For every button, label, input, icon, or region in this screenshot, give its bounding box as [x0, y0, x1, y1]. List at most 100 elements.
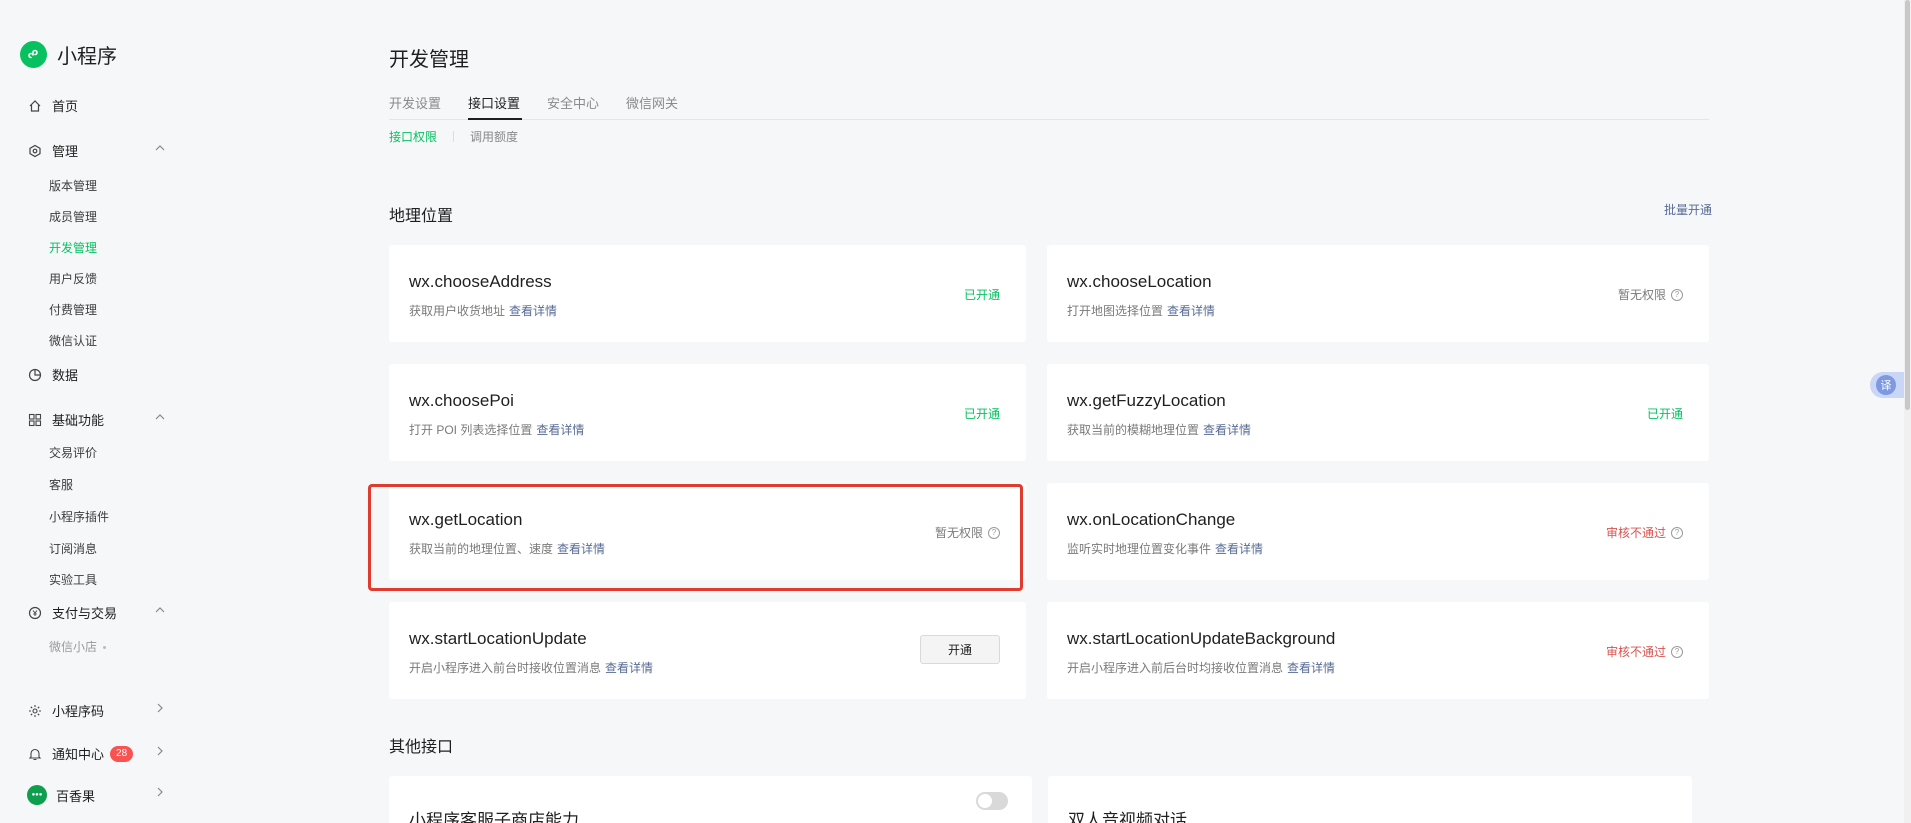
section-title-other: 其他接口 [389, 739, 454, 756]
translate-icon: 译 [1876, 375, 1896, 395]
sidebar-item-label: 支付与交易 [52, 606, 118, 621]
api-card: wx.startLocationUpdateBackground 开启小程序进入… [1047, 602, 1709, 699]
tab-security[interactable]: 安全中心 [547, 93, 599, 112]
api-desc-text: 开启小程序进入前后台时均接收位置消息 [1067, 661, 1284, 675]
divider [453, 131, 455, 142]
sidebar-item-version[interactable]: 版本管理 [49, 177, 97, 194]
api-name: wx.chooseLocation [1067, 272, 1212, 291]
sidebar-item-customer-service[interactable]: 客服 [49, 476, 73, 493]
sidebar-item-home[interactable]: 首页 [27, 96, 167, 115]
api-desc-text: 获取当前的地理位置、速度 [409, 542, 554, 556]
status-text: 审核不通过 [1605, 645, 1666, 659]
api-desc-text: 获取用户收货地址 [409, 304, 506, 318]
api-card: wx.chooseLocation 打开地图选择位置 查看详情 暂无权限? [1047, 245, 1709, 342]
status-badge: 审核不通过? [1606, 643, 1683, 660]
chevron-right-icon [157, 703, 163, 713]
brand[interactable]: 小程序 [20, 40, 117, 69]
sidebar-item-label: 数据 [52, 368, 79, 383]
api-name: wx.startLocationUpdate [409, 629, 587, 648]
sidebar-item-label: 管理 [52, 144, 79, 159]
sidebar-item-dev-manage[interactable]: 开发管理 [49, 239, 97, 256]
sidebar-item-subscribe[interactable]: 订阅消息 [49, 540, 97, 557]
api-desc: 打开地图选择位置 查看详情 [1067, 302, 1215, 319]
api-desc: 开启小程序进入前后台时均接收位置消息 查看详情 [1067, 659, 1335, 676]
sidebar-item-data[interactable]: 数据 [27, 365, 167, 384]
miniprogram-logo-icon [20, 41, 47, 68]
api-card: 双人音视频对话 [1048, 776, 1692, 823]
sidebar-item-wechat-shop[interactable]: 微信小店 [49, 638, 107, 655]
sidebar-item-lab[interactable]: 实验工具 [49, 571, 97, 588]
pie-chart-icon [27, 367, 43, 383]
subtab-quota[interactable]: 调用额度 [470, 128, 518, 145]
avatar: ●●● [27, 785, 47, 805]
view-detail-link[interactable]: 查看详情 [1203, 423, 1251, 437]
sidebar-item-qrcode[interactable]: 小程序码 [27, 701, 167, 720]
scrollbar-thumb[interactable] [1905, 0, 1910, 410]
status-badge: 已开通 [964, 286, 1000, 303]
translate-button[interactable]: 译 [1870, 372, 1908, 398]
tab-dev-settings[interactable]: 开发设置 [389, 93, 441, 112]
sidebar-item-label: 基础功能 [52, 413, 105, 428]
subtab-api-permission[interactable]: 接口权限 [389, 128, 437, 145]
sidebar-item-members[interactable]: 成员管理 [49, 208, 97, 225]
subtab-bar: 接口权限 调用额度 [389, 128, 518, 145]
sidebar-item-wechat-verify[interactable]: 微信认证 [49, 332, 97, 349]
api-card: wx.getLocation 获取当前的地理位置、速度 查看详情 暂无权限? [389, 483, 1026, 580]
chevron-right-icon [157, 787, 163, 797]
chevron-right-icon [157, 746, 163, 756]
status-badge: 暂无权限? [1618, 286, 1683, 303]
view-detail-link[interactable]: 查看详情 [605, 661, 653, 675]
tab-api-settings[interactable]: 接口设置 [468, 93, 520, 112]
view-detail-link[interactable]: 查看详情 [509, 304, 557, 318]
page-title: 开发管理 [389, 49, 469, 71]
view-detail-link[interactable]: 查看详情 [1215, 542, 1263, 556]
sidebar-item-basic[interactable]: 基础功能 [27, 410, 167, 429]
sidebar-item-label: 首页 [52, 99, 79, 114]
api-card: wx.chooseAddress 获取用户收货地址 查看详情 已开通 [389, 245, 1026, 342]
help-icon[interactable]: ? [1671, 288, 1683, 301]
api-desc: 监听实时地理位置变化事件 查看详情 [1067, 540, 1263, 557]
help-icon[interactable]: ? [988, 526, 1000, 539]
view-detail-link[interactable]: 查看详情 [557, 542, 605, 556]
status-text: 已开通 [1646, 407, 1683, 421]
chevron-up-icon [155, 607, 165, 613]
api-desc-text: 监听实时地理位置变化事件 [1067, 542, 1212, 556]
help-icon[interactable]: ? [1671, 645, 1683, 658]
sidebar-item-trade-review[interactable]: 交易评价 [49, 444, 97, 461]
sidebar-item-payment-manage[interactable]: 付费管理 [49, 301, 97, 318]
gear-icon [27, 143, 43, 159]
api-desc-text: 获取当前的模糊地理位置 [1067, 423, 1200, 437]
view-detail-link[interactable]: 查看详情 [536, 423, 584, 437]
status-badge: 已开通 [964, 405, 1000, 422]
active-tab-indicator [468, 118, 522, 120]
api-name: 双人音视频对话 [1068, 811, 1187, 823]
sidebar-item-manage[interactable]: 管理 [27, 141, 167, 160]
sidebar-item-feedback[interactable]: 用户反馈 [49, 270, 97, 287]
open-button[interactable]: 开通 [920, 635, 1000, 664]
sidebar-item-label: 微信小店 [49, 640, 98, 654]
batch-open-link[interactable]: 批量开通 [1664, 201, 1712, 218]
toggle-switch[interactable] [976, 792, 1008, 810]
api-desc-text: 开启小程序进入前台时接收位置消息 [409, 661, 602, 675]
api-card: 小程序客服子商店能力 [389, 776, 1032, 823]
bell-icon [27, 746, 43, 762]
sidebar-item-plugin[interactable]: 小程序插件 [49, 508, 109, 525]
status-text: 已开通 [963, 288, 1000, 302]
view-detail-link[interactable]: 查看详情 [1287, 661, 1335, 675]
sidebar: 小程序 首页 管理 版本管理 成员管理 开发管理 用户反馈 付费管理 微信认证 … [0, 0, 200, 823]
sidebar-item-account[interactable]: ●●● 百香果 [27, 785, 167, 805]
api-name: wx.getFuzzyLocation [1067, 391, 1226, 410]
api-desc: 获取当前的地理位置、速度 查看详情 [409, 540, 605, 557]
help-icon[interactable]: ? [1671, 526, 1683, 539]
api-name: wx.choosePoi [409, 391, 514, 410]
sidebar-item-payment[interactable]: 支付与交易 [27, 603, 167, 622]
api-name: 小程序客服子商店能力 [409, 811, 579, 823]
tab-wechat-gateway[interactable]: 微信网关 [626, 93, 678, 112]
yen-icon [27, 605, 43, 621]
chevron-up-icon [155, 145, 165, 151]
view-detail-link[interactable]: 查看详情 [1167, 304, 1215, 318]
sidebar-item-notify[interactable]: 通知中心 28 [27, 744, 167, 763]
status-text: 审核不通过 [1605, 526, 1666, 540]
api-desc-text: 打开 POI 列表选择位置 [409, 423, 533, 437]
status-text: 暂无权限 [934, 526, 983, 540]
